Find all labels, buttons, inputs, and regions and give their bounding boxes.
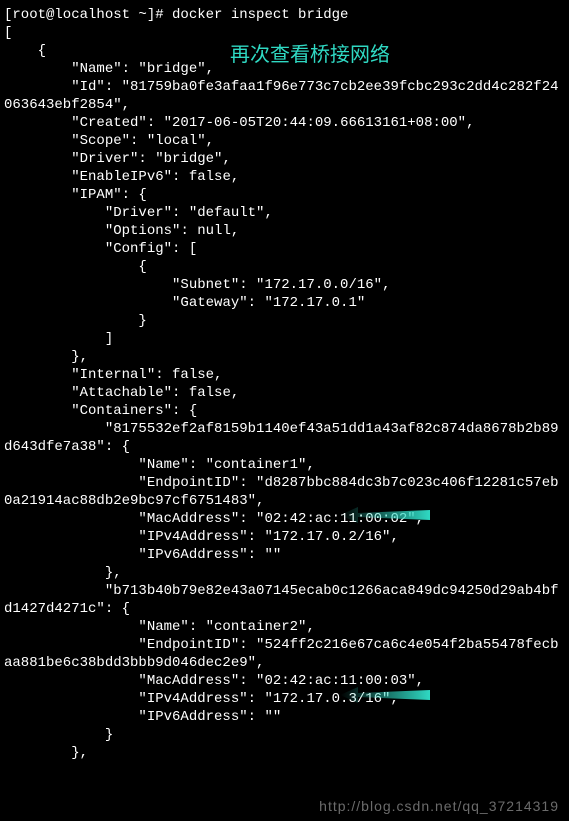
shell-prompt-line: [root@localhost ~]# docker inspect bridg… (4, 7, 348, 23)
arrow-icon (340, 505, 430, 525)
json-line: "IPv6Address": "" (4, 547, 281, 563)
json-line: ] (4, 331, 113, 347)
json-line: "Config": [ (4, 241, 197, 257)
annotation-text: 再次查看桥接网络 (230, 46, 390, 64)
json-line-container2-name: "Name": "container2", (4, 619, 315, 635)
json-line: "IPAM": { (4, 187, 147, 203)
json-line: "EndpointID": "d8287bbc884dc3b7c023c406f… (4, 475, 559, 509)
json-line: "Containers": { (4, 403, 197, 419)
json-line: "Scope": "local", (4, 133, 214, 149)
json-line-container1-name: "Name": "container1", (4, 457, 315, 473)
watermark-text: http://blog.csdn.net/qq_37214319 (319, 797, 559, 815)
json-line: "IPv4Address": "172.17.0.2/16", (4, 529, 399, 545)
json-line: }, (4, 349, 88, 365)
json-line: "b713b40b79e82e43a07145ecab0c1266aca849d… (4, 583, 559, 617)
json-line: "IPv6Address": "" (4, 709, 281, 725)
json-line: }, (4, 745, 88, 761)
json-line: "Gateway": "172.17.0.1" (4, 295, 365, 311)
json-line: { (4, 259, 147, 275)
json-line: "Id": "81759ba0fe3afaa1f96e773c7cb2ee39f… (4, 79, 559, 113)
json-line: "Internal": false, (4, 367, 222, 383)
arrow-icon (340, 685, 430, 705)
json-line: "Created": "2017-06-05T20:44:09.66613161… (4, 115, 474, 131)
json-line: [ (4, 25, 12, 41)
json-line: } (4, 727, 113, 743)
json-line: "Driver": "default", (4, 205, 273, 221)
json-line: "8175532ef2af8159b1140ef43a51dd1a43af82c… (4, 421, 559, 455)
json-line: "Name": "bridge", (4, 61, 214, 77)
json-line: } (4, 313, 147, 329)
json-line: "EnableIPv6": false, (4, 169, 239, 185)
terminal-output: [root@localhost ~]# docker inspect bridg… (0, 0, 569, 768)
json-line: { (4, 43, 46, 59)
json-line: }, (4, 565, 122, 581)
json-line: "Options": null, (4, 223, 239, 239)
json-line: "Driver": "bridge", (4, 151, 231, 167)
json-line: "Subnet": "172.17.0.0/16", (4, 277, 390, 293)
json-line: "EndpointID": "524ff2c216e67ca6c4e054f2b… (4, 637, 559, 671)
json-line: "Attachable": false, (4, 385, 239, 401)
